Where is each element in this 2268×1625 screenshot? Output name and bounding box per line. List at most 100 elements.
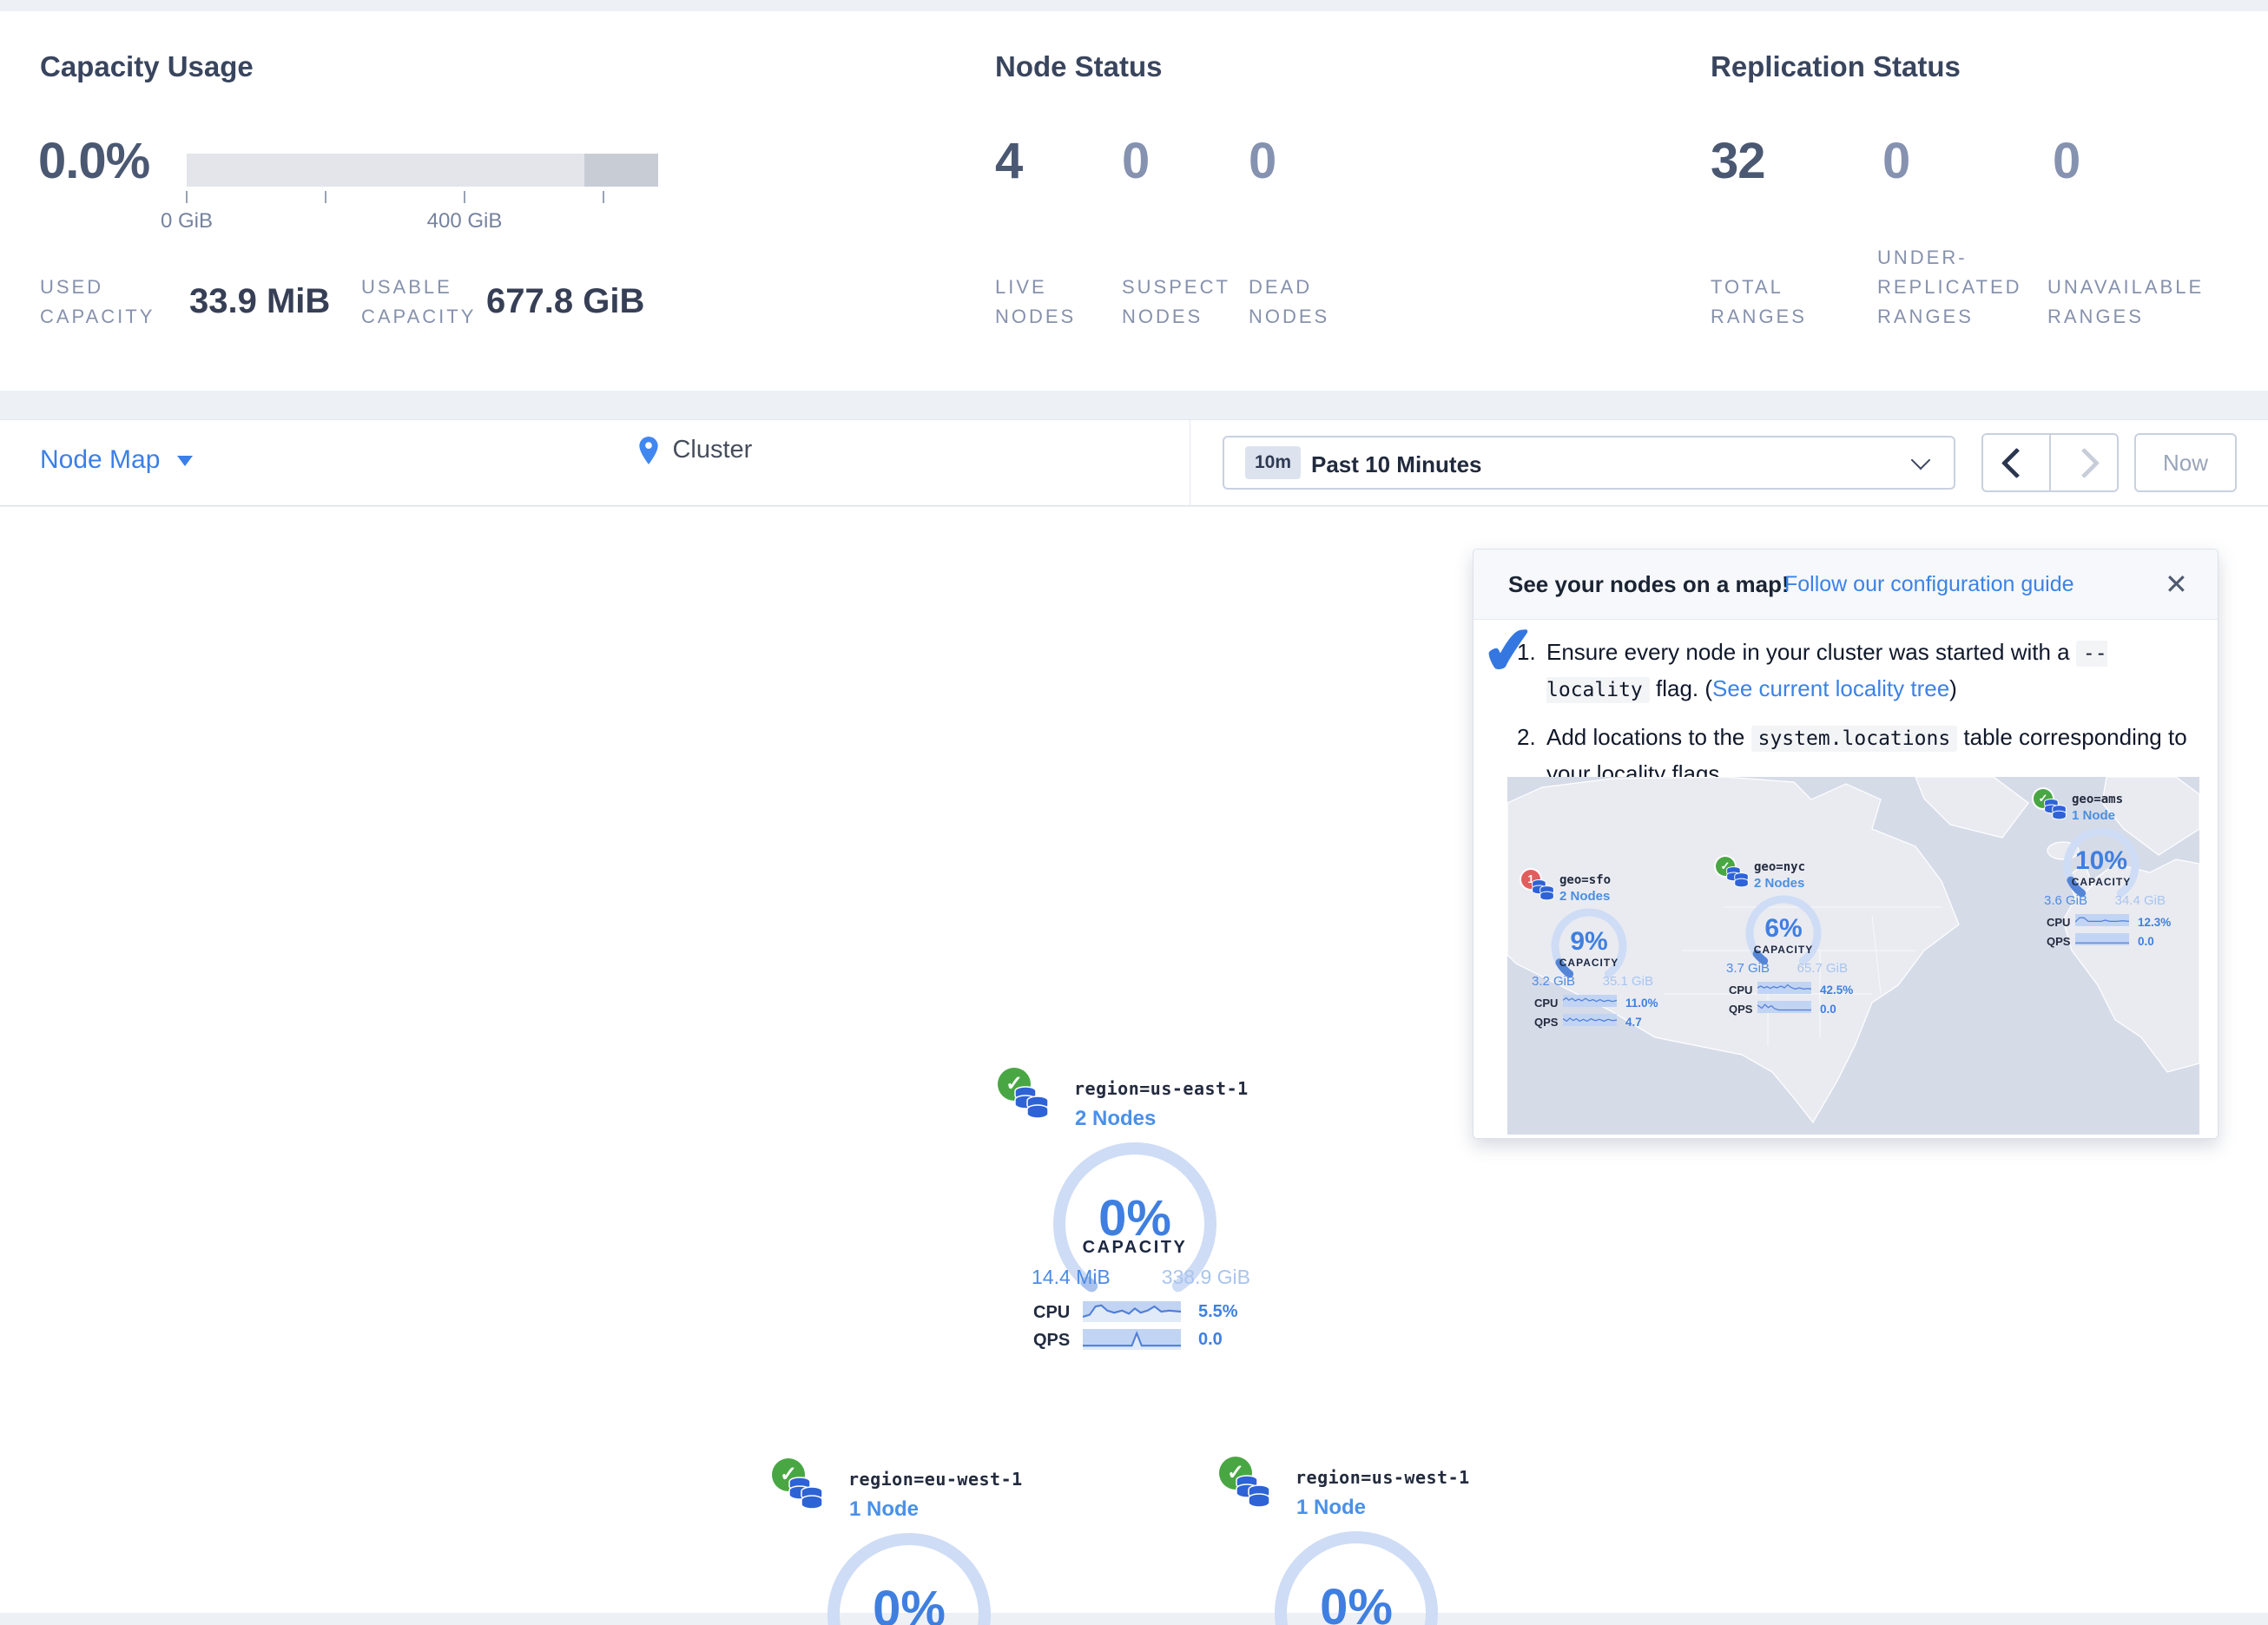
- geo-locality-label: geo=sfo: [1559, 873, 1611, 887]
- map-pin-icon: [639, 437, 658, 464]
- step-text: Ensure every node in your cluster was st…: [1546, 639, 2076, 665]
- cpu-label: CPU: [2047, 916, 2070, 929]
- region-card-us-east-1[interactable]: ✓ region=us-east-1 2 Nodes 0% CAPACITY 1…: [998, 1068, 1293, 1359]
- used-capacity: 3.6 GiB: [2044, 893, 2087, 908]
- geo-locality-label: geo=ams: [2072, 793, 2123, 806]
- map-node-card-nyc[interactable]: ✓ geo=nyc 2 Nodes 6% CAPACITY 3.7 GiB 65…: [1716, 852, 1855, 1022]
- chevron-down-icon: [177, 456, 193, 466]
- callout-step-1: 1. Ensure every node in your cluster was …: [1517, 635, 2210, 707]
- used-capacity: 3.2 GiB: [1532, 974, 1575, 989]
- close-icon[interactable]: ✕: [2165, 570, 2188, 598]
- cpu-label: CPU: [1534, 997, 1558, 1010]
- live-nodes-label2: NODES: [995, 306, 1076, 328]
- capacity-usage-title: Capacity Usage: [40, 50, 254, 83]
- total-capacity: 34.4 GiB: [2086, 893, 2166, 908]
- under-replicated-label2: RANGES: [1877, 306, 1974, 328]
- locality-tree-link[interactable]: See current locality tree: [1712, 675, 1949, 701]
- used-capacity-value: 33.9 MiB: [189, 282, 330, 321]
- view-selector-label[interactable]: Node Map: [40, 445, 160, 474]
- time-range-badge: 10m: [1245, 446, 1301, 479]
- view-selector-dropdown[interactable]: Node Map: [40, 445, 160, 475]
- axis-tick-label: 400 GiB: [412, 209, 517, 234]
- nodes-on-map-callout: See your nodes on a map! Follow our conf…: [1473, 549, 2219, 1139]
- step-number: 2.: [1517, 720, 1536, 754]
- cpu-sparkline: [1083, 1301, 1181, 1322]
- total-ranges-count: 32: [1711, 132, 1765, 190]
- capacity-percent: 9%: [1537, 927, 1641, 957]
- system-locations-code: system.locations: [1751, 726, 1958, 752]
- step-text: flag. (: [1650, 675, 1712, 701]
- qps-sparkline: [1563, 1014, 1617, 1026]
- axis-tick: [186, 191, 188, 203]
- replication-status-title: Replication Status: [1711, 50, 1961, 83]
- breadcrumb-cluster-label[interactable]: Cluster: [672, 436, 752, 464]
- region-node-count[interactable]: 1 Node: [1296, 1496, 1366, 1520]
- capacity-bar-reserved-segment: [584, 154, 658, 187]
- cpu-sparkline: [1757, 982, 1811, 994]
- database-stack-icon: [1236, 1474, 1270, 1512]
- chevron-left-icon: [2001, 447, 2031, 477]
- total-ranges-label2: RANGES: [1711, 306, 1807, 328]
- qps-value: 0.0: [2138, 935, 2154, 948]
- total-capacity: 65.7 GiB: [1768, 961, 1848, 976]
- used-capacity-label-line2: CAPACITY: [40, 306, 155, 328]
- qps-value: 0.0: [1820, 1003, 1836, 1016]
- database-stack-icon: [2044, 798, 2067, 823]
- qps-sparkline: [2075, 933, 2129, 945]
- cpu-value: 5.5%: [1198, 1302, 1238, 1322]
- time-forward-button[interactable]: [2051, 435, 2117, 490]
- database-stack-icon: [788, 1476, 823, 1514]
- time-range-label: Past 10 Minutes: [1311, 451, 1482, 478]
- capacity-percent: 10%: [2049, 846, 2153, 876]
- cpu-label: CPU: [1033, 1303, 1070, 1323]
- region-locality-label: region=eu-west-1: [848, 1469, 1023, 1490]
- capacity-word: CAPACITY: [1537, 957, 1641, 969]
- used-capacity-label-line1: USED: [40, 276, 103, 299]
- dead-nodes-label2: NODES: [1249, 306, 1329, 328]
- cpu-value: 12.3%: [2138, 916, 2171, 929]
- now-button-label: Now: [2163, 450, 2208, 477]
- now-button[interactable]: Now: [2134, 433, 2237, 492]
- capacity-percent: 6%: [1731, 914, 1836, 944]
- axis-tick-label: 0 GiB: [135, 209, 239, 234]
- region-node-count[interactable]: 1 Node: [849, 1497, 919, 1522]
- cpu-sparkline: [2075, 914, 2129, 926]
- qps-label: QPS: [2047, 935, 2070, 948]
- callout-header: See your nodes on a map! Follow our conf…: [1474, 549, 2218, 620]
- qps-value: 4.7: [1625, 1016, 1642, 1029]
- unavailable-count: 0: [2053, 132, 2080, 190]
- live-nodes-label: LIVE: [995, 276, 1047, 299]
- capacity-percent: 0%: [822, 1580, 996, 1625]
- step-text: ): [1949, 675, 1957, 701]
- chevron-down-icon: [1911, 451, 1931, 470]
- capacity-usage-bar: [187, 154, 658, 187]
- qps-label: QPS: [1033, 1331, 1070, 1351]
- database-stack-icon: [1014, 1085, 1049, 1123]
- suspect-nodes-label: SUSPECT: [1122, 276, 1230, 299]
- view-toolbar: Node Map Cluster 10m Past 10 Minutes Now: [0, 419, 2268, 506]
- qps-label: QPS: [1729, 1003, 1752, 1016]
- time-back-button[interactable]: [1983, 435, 2051, 490]
- region-card-us-west-1[interactable]: ✓ region=us-west-1 1 Node 0% CAPACITY 9.…: [1219, 1457, 1514, 1625]
- breadcrumb[interactable]: Cluster: [639, 436, 752, 464]
- qps-label: QPS: [1534, 1016, 1558, 1029]
- dead-nodes-count: 0: [1249, 132, 1276, 190]
- cpu-label: CPU: [1729, 984, 1752, 997]
- under-replicated-label1: REPLICATED: [1877, 276, 2022, 299]
- qps-sparkline: [1757, 1001, 1811, 1013]
- capacity-percent: 0%: [1269, 1578, 1443, 1625]
- map-node-card-ams[interactable]: ✓ geo=ams 1 Node 10% CAPACITY 3.6 GiB 34…: [2034, 784, 2172, 954]
- used-capacity: 14.4 MiB: [1032, 1266, 1111, 1289]
- step-number: 1.: [1517, 635, 1536, 669]
- cpu-value: 42.5%: [1820, 984, 1853, 997]
- node-status-title: Node Status: [995, 50, 1163, 83]
- region-locality-label: region=us-west-1: [1296, 1467, 1470, 1488]
- region-card-eu-west-1[interactable]: ✓ region=eu-west-1 1 Node 0% CAPACITY 9.…: [772, 1458, 1067, 1625]
- region-node-count[interactable]: 2 Nodes: [1075, 1107, 1156, 1131]
- under-replicated-label0: UNDER-: [1877, 247, 1968, 269]
- capacity-word: CAPACITY: [1731, 944, 1836, 956]
- map-node-card-sfo[interactable]: 1 geo=sfo 2 Nodes 9% CAPACITY 3.2 GiB 35…: [1521, 865, 1660, 1035]
- time-range-dropdown[interactable]: 10m Past 10 Minutes: [1223, 436, 1955, 490]
- qps-value: 0.0: [1198, 1330, 1223, 1350]
- configuration-guide-link[interactable]: Follow our configuration guide: [1784, 572, 2074, 597]
